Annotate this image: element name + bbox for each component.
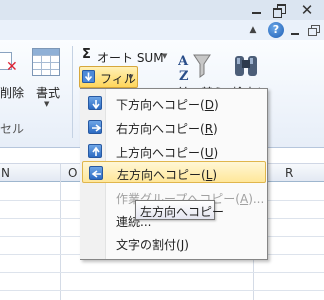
menu-item-label: 右方向へコピー(R) xyxy=(116,122,218,136)
help-icon[interactable]: ? xyxy=(268,22,284,38)
fill-up-icon xyxy=(88,144,102,158)
fill-down-small-icon xyxy=(82,70,95,83)
delete-cells-icon[interactable]: ✕ xyxy=(0,48,20,74)
menu-item-fill-left[interactable]: 左方向へコピー(L) xyxy=(82,161,266,183)
autosum-dropdown-arrow-icon[interactable]: ▼ xyxy=(162,52,167,60)
fill-right-icon xyxy=(88,120,102,134)
sort-filter-icon[interactable]: A Z xyxy=(178,52,212,82)
autosum-button[interactable]: オート SUM xyxy=(97,49,164,66)
minimize-icon[interactable] xyxy=(246,1,268,19)
tooltip: 左方向へコピー xyxy=(135,200,224,220)
close-icon[interactable]: ✕ xyxy=(292,1,322,19)
menu-item-label: 左方向へコピー(L) xyxy=(117,168,218,182)
menu-item-label: 下方向へコピー(D) xyxy=(116,98,219,112)
menu-item-fill-right[interactable]: 右方向へコピー(R) xyxy=(82,116,266,138)
menu-item-justify[interactable]: 文字の割付(J) xyxy=(82,232,266,254)
sigma-icon[interactable]: Σ xyxy=(82,47,91,62)
workbook-minimize-icon[interactable] xyxy=(288,22,302,38)
menu-item-fill-up[interactable]: 上方向へコピー(U) xyxy=(82,140,266,162)
group-divider xyxy=(72,46,73,138)
minimize-ribbon-icon[interactable]: ▲ xyxy=(245,22,261,38)
delete-button-label[interactable]: 削除 xyxy=(0,84,24,101)
fill-dropdown-arrow-icon[interactable]: ▼ xyxy=(128,73,133,81)
row-line xyxy=(0,272,324,273)
column-divider xyxy=(60,164,61,300)
column-header-o[interactable]: O xyxy=(68,166,77,180)
menu-item-label: 文字の割付(J) xyxy=(116,238,189,252)
workbook-restore-icon[interactable] xyxy=(304,22,322,38)
svg-text:A: A xyxy=(178,54,189,69)
format-dropdown-arrow-icon[interactable]: ▼ xyxy=(44,100,49,108)
menu-item-fill-down[interactable]: 下方向へコピー(D) xyxy=(82,92,266,114)
row-line xyxy=(0,290,324,291)
format-cells-icon[interactable] xyxy=(32,48,60,76)
restore-icon[interactable] xyxy=(268,1,290,19)
column-header-n[interactable]: N xyxy=(1,166,10,180)
fill-left-icon xyxy=(89,166,103,180)
menu-item-label: 上方向へコピー(U) xyxy=(116,146,219,160)
svg-text:Z: Z xyxy=(179,69,189,82)
cells-group-label: セル xyxy=(0,122,25,136)
binoculars-icon[interactable] xyxy=(232,52,260,80)
fill-down-icon xyxy=(88,96,102,110)
column-header-r[interactable]: R xyxy=(285,166,293,180)
format-button-label[interactable]: 書式 xyxy=(36,84,60,101)
